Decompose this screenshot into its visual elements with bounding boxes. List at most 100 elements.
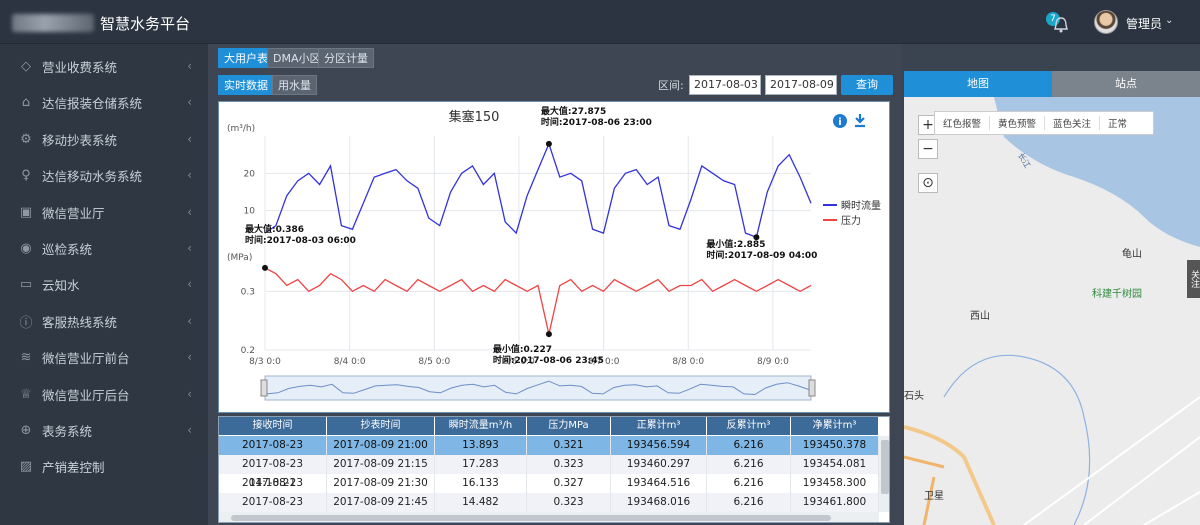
col-header[interactable]: 抄表时间 (327, 417, 435, 435)
col-header[interactable]: 压力MPa (527, 417, 611, 435)
tab-zone-metering[interactable]: 分区计量 (318, 48, 374, 68)
legend-red-alarm[interactable]: 红色报警 (935, 116, 991, 130)
table-cell: 2017-08-09 21:00 (327, 436, 435, 455)
table-cell: 17.283 (435, 455, 527, 474)
y1-tick-label: 10 (244, 207, 256, 217)
x-tick-label: 8/5 0:0 (418, 357, 450, 367)
annotation-marker (262, 264, 268, 271)
tab-map[interactable]: 地图 (904, 71, 1052, 97)
avatar[interactable] (1094, 10, 1118, 34)
map-view[interactable]: + − ⊙ 红色报警 黄色预警 蓝色关注 正常 长江 龟山 科建千树园 西山 石… (904, 97, 1200, 525)
navigator-handle-right[interactable] (808, 379, 816, 397)
sidebar-item-wechat-front[interactable]: ≋ 微信营业厅前台 ‹ (0, 339, 208, 375)
navigator-handle-left[interactable] (260, 379, 268, 397)
sidebar-item-label: 微信营业厅后台 (42, 387, 130, 403)
locate-button[interactable]: ⊙ (918, 173, 938, 193)
sidebar-item-nrw-control[interactable]: ▨ 产销差控制 (0, 448, 208, 484)
user-name[interactable]: 管理员 (1126, 15, 1162, 32)
diamond-icon: ◇ (21, 58, 31, 74)
briefcase-icon: ▣ (19, 204, 33, 220)
map-panel: 地图 站点 + − ⊙ 红色报警 黄色预警 蓝色关注 正常 长江 龟山 科建千树… (904, 71, 1200, 525)
table-cell: 16.133 (435, 474, 527, 493)
sidebar-item-mobile-water[interactable]: ♀ 达信移动水务系统 ‹ (0, 157, 208, 193)
tab-realtime[interactable]: 实时数据 (218, 75, 274, 95)
download-icon[interactable] (855, 114, 865, 128)
table-cell: 2017-08-09 21:30 (327, 474, 435, 493)
table-cell: 13.893 (435, 436, 527, 455)
table-cell: 2017-08-23 14:18:21 (219, 436, 327, 470)
zoom-out-button[interactable]: − (918, 139, 938, 159)
pressure-series-line (264, 267, 812, 335)
trophy-icon: ♕ (20, 386, 32, 402)
place-label: 卫星 (924, 491, 944, 502)
sidebar-item-wechat-hall[interactable]: ▣ 微信营业厅 ‹ (0, 194, 208, 230)
sidebar-item-cloud-water[interactable]: ▭ 云知水 ‹ (0, 266, 208, 302)
table-cell: 6.216 (707, 474, 791, 493)
table-cell: 2017-08-23 14:18:21 (219, 474, 327, 508)
sidebar-item-label: 微信营业厅 (42, 205, 105, 221)
sidebar-item-label: 产销差控制 (42, 459, 105, 475)
legend-yellow-warning[interactable]: 黄色预警 (990, 116, 1046, 130)
flow-series-line (264, 142, 812, 239)
location-icon: ◉ (20, 240, 32, 256)
tab-water-usage[interactable]: 用水量 (272, 75, 317, 95)
sidebar-item-wechat-back[interactable]: ♕ 微信营业厅后台 ‹ (0, 376, 208, 412)
range-navigator[interactable] (260, 375, 816, 401)
chevron-left-icon: ‹ (187, 205, 192, 219)
annotation-marker (545, 140, 552, 147)
chevron-down-icon[interactable]: ⌄ (1165, 15, 1173, 26)
sidebar-item-label: 云知水 (42, 277, 80, 293)
sidebar-item-label: 客服热线系统 (42, 314, 118, 330)
chart-legend: 瞬时流量 压力 (823, 199, 881, 227)
chevron-left-icon: ‹ (187, 387, 192, 401)
x-tick-label: 8/4 0:0 (334, 357, 366, 367)
legend-blue-attention[interactable]: 蓝色关注 (1045, 116, 1101, 130)
main-content: 大用户表 DMA小区 分区计量 实时数据 用水量 区间: 2017-08-03 … (208, 44, 902, 525)
table-vertical-scrollbar[interactable] (879, 436, 889, 512)
sidebar-item-label: 达信移动水务系统 (42, 168, 143, 184)
sidebar-item-mobile-meter[interactable]: ⚙ 移动抄表系统 ‹ (0, 121, 208, 157)
table-cell: 193460.297 (611, 455, 707, 474)
col-header[interactable]: 反累计m³ (707, 417, 791, 435)
table-cell: 0.323 (527, 455, 611, 474)
line-chart: 集塞150 i (m³/h) (MPa) 8/3 0:0 8/4 0:0 8/5 0… (227, 105, 881, 401)
map-tabs: 地图 站点 (904, 71, 1200, 97)
chevron-left-icon: ‹ (187, 168, 192, 182)
query-button[interactable]: 查询 (841, 75, 893, 95)
table-cell: 14.482 (435, 493, 527, 512)
scrollbar-thumb[interactable] (881, 440, 889, 494)
info-icon[interactable]: i (833, 114, 847, 128)
col-header[interactable]: 净累计m³ (791, 417, 879, 435)
map-canvas (904, 97, 1200, 525)
chevron-left-icon: ‹ (187, 241, 192, 255)
table-horizontal-scrollbar[interactable] (219, 512, 879, 522)
col-header[interactable]: 正累计m³ (611, 417, 707, 435)
col-header[interactable]: 瞬时流量m³/h (435, 417, 527, 435)
table-cell: 6.216 (707, 493, 791, 512)
chevron-left-icon: ‹ (187, 95, 192, 109)
table-cell: 2017-08-09 21:45 (327, 493, 435, 512)
crosshair-icon: ⊕ (20, 422, 32, 438)
y2-tick-label: 0.2 (241, 346, 255, 356)
sidebar-item-install-storage[interactable]: ⌂ 达信报装仓储系统 ‹ (0, 84, 208, 120)
bell-icon (1054, 17, 1068, 33)
end-date-field[interactable]: 2017-08-09 (765, 75, 837, 95)
scrollbar-thumb[interactable] (231, 515, 831, 521)
sidebar: ◇ 营业收费系统 ‹ ⌂ 达信报装仓储系统 ‹ ⚙ 移动抄表系统 ‹ ♀ 达信移动水务系统 ‹ … (0, 44, 208, 525)
legend-normal[interactable]: 正常 (1100, 116, 1135, 130)
annotation-label: 时间:2017-08-06 23:45 (493, 354, 604, 366)
annotation-label: 最大值:27.875 (541, 105, 606, 117)
tab-stations[interactable]: 站点 (1052, 71, 1200, 97)
data-table: 接收时间 抄表时间 瞬时流量m³/h 压力MPa 正累计m³ 反累计m³ 净累计… (218, 416, 890, 523)
col-header[interactable]: 接收时间 (219, 417, 327, 435)
sidebar-item-inspection[interactable]: ◉ 巡检系统 ‹ (0, 230, 208, 266)
table-cell: 193468.016 (611, 493, 707, 512)
sidebar-item-label: 巡检系统 (42, 241, 93, 257)
tab-large-users[interactable]: 大用户表 (218, 48, 274, 68)
side-follow-tab[interactable]: 关注 (1187, 260, 1200, 298)
sidebar-item-hotline[interactable]: ⓘ 客服热线系统 ‹ (0, 303, 208, 339)
start-date-field[interactable]: 2017-08-03 (689, 75, 761, 95)
sidebar-item-meter-service[interactable]: ⊕ 表务系统 ‹ (0, 412, 208, 448)
sidebar-item-billing[interactable]: ◇ 营业收费系统 ‹ (0, 48, 208, 84)
notification-button[interactable]: 7 (1046, 12, 1070, 34)
